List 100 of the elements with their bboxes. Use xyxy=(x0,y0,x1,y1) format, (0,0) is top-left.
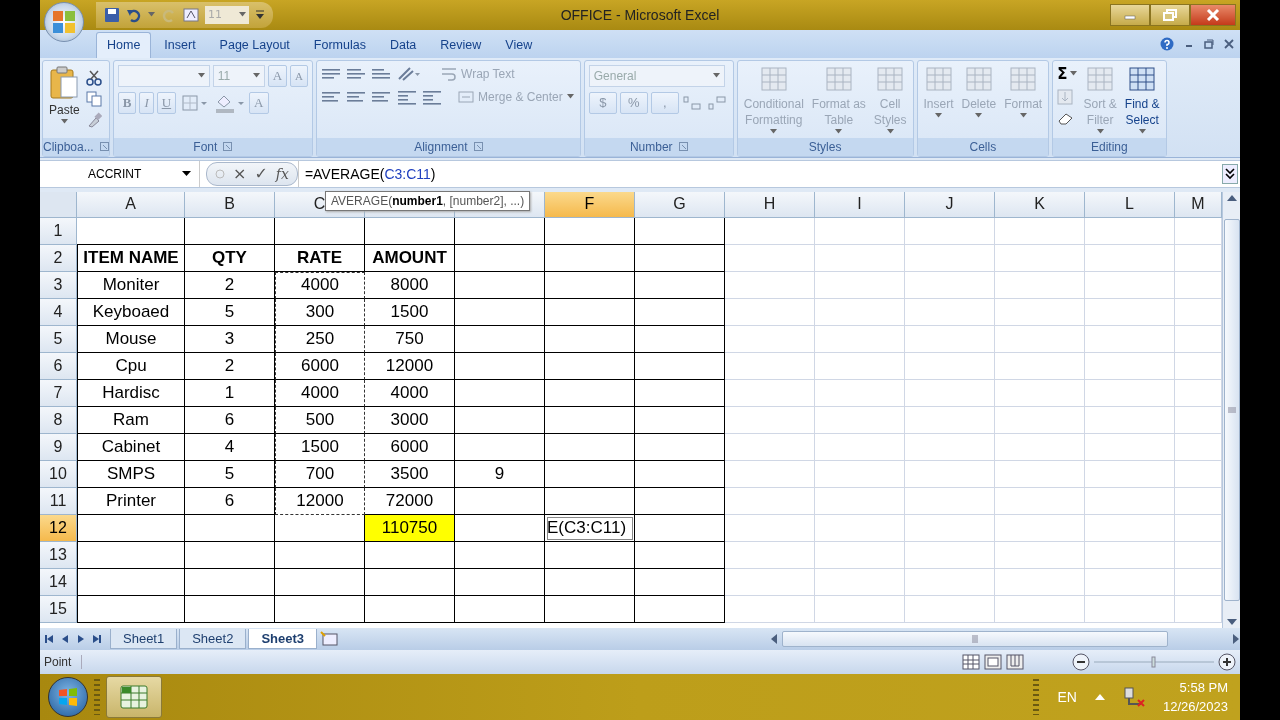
font-size-icon[interactable] xyxy=(183,6,199,23)
dropdown-icon[interactable] xyxy=(182,170,191,177)
column-header[interactable]: L xyxy=(1085,191,1175,218)
scroll-thumb[interactable] xyxy=(782,631,1168,648)
sheet-tab[interactable]: Sheet2 xyxy=(179,629,247,650)
orientation-icon[interactable] xyxy=(396,64,423,83)
caret-icon[interactable] xyxy=(1138,128,1146,134)
row-header[interactable]: 13 xyxy=(40,541,77,569)
sheet-tab[interactable]: Sheet1 xyxy=(110,629,178,650)
ribbon-tab[interactable]: Home xyxy=(96,31,152,58)
enter-button[interactable]: ✓ xyxy=(254,164,268,184)
row-header[interactable]: 14 xyxy=(40,568,77,596)
expand-button[interactable] xyxy=(1222,163,1238,184)
close-button[interactable] xyxy=(1190,3,1236,26)
column-header[interactable]: M xyxy=(1175,191,1222,218)
paste-button[interactable]: Paste xyxy=(47,64,82,134)
table-cell: 4000 xyxy=(275,271,365,299)
ribbon-tab[interactable]: Review xyxy=(429,31,493,58)
ribbon-button[interactable]: Find & Select xyxy=(1122,64,1162,134)
group-label: Styles xyxy=(808,139,842,154)
show-hidden-icons[interactable] xyxy=(1094,694,1105,701)
name-box[interactable]: ACCRINT xyxy=(40,160,200,187)
page-break-icon[interactable] xyxy=(1006,654,1024,671)
row-header[interactable]: 7 xyxy=(40,379,77,407)
excel-taskbar-button[interactable] xyxy=(106,676,162,719)
scroll-thumb[interactable] xyxy=(1223,219,1240,601)
normal-view-icon[interactable] xyxy=(962,654,980,671)
chevron-icon xyxy=(1225,167,1235,180)
row-header[interactable]: 11 xyxy=(40,487,77,515)
caret-icon[interactable] xyxy=(239,12,246,18)
scroll-up-icon[interactable] xyxy=(1226,193,1237,202)
table-cell: 6 xyxy=(185,406,275,434)
restore-button[interactable] xyxy=(1150,3,1190,26)
restore-icon[interactable] xyxy=(1204,38,1214,49)
scroll-left-icon[interactable] xyxy=(770,634,778,645)
first-sheet-icon[interactable] xyxy=(44,634,54,645)
start-button[interactable] xyxy=(48,677,88,718)
ribbon-tab[interactable]: Page Layout xyxy=(208,31,301,58)
column-header[interactable]: A xyxy=(77,191,185,218)
caret-icon[interactable] xyxy=(1070,71,1078,77)
network-icon[interactable] xyxy=(1122,686,1145,709)
sheet-tab[interactable]: Sheet3 xyxy=(248,629,318,650)
column-header[interactable]: H xyxy=(725,191,815,218)
row-header[interactable]: 3 xyxy=(40,271,77,299)
table-cell: 750 xyxy=(365,325,455,353)
row-header[interactable]: 9 xyxy=(40,433,77,461)
row-header[interactable]: 10 xyxy=(40,460,77,488)
column-header[interactable]: B xyxy=(185,191,275,218)
last-sheet-icon[interactable] xyxy=(92,634,102,645)
group-label: Number xyxy=(629,139,673,154)
customize-icon[interactable] xyxy=(255,8,265,21)
insert-function-button[interactable]: fx xyxy=(275,165,289,182)
table-cell: 250 xyxy=(275,325,365,353)
ribbon-tab[interactable]: Insert xyxy=(153,31,207,58)
cancel-button[interactable]: × xyxy=(233,164,247,184)
ribbon-tab[interactable]: View xyxy=(494,31,544,58)
ribbon-tab[interactable]: Formulas xyxy=(302,31,377,58)
save-icon[interactable] xyxy=(104,6,120,23)
scissors-icon[interactable] xyxy=(85,70,102,87)
zoom-in-icon[interactable] xyxy=(1218,653,1236,672)
table-cell: 6000 xyxy=(275,352,365,380)
row-header[interactable]: 6 xyxy=(40,352,77,380)
office-button[interactable] xyxy=(44,2,84,42)
column-header[interactable]: F xyxy=(545,191,635,218)
table-cell: 500 xyxy=(275,406,365,434)
scroll-right-icon[interactable] xyxy=(1232,634,1240,645)
caret-icon[interactable] xyxy=(197,73,205,79)
caret-icon[interactable] xyxy=(712,73,720,79)
previous-sheet-icon[interactable] xyxy=(60,634,70,645)
autosum-icon[interactable]: Σ xyxy=(1057,64,1068,83)
table-cell: 9 xyxy=(455,460,545,488)
caret-icon[interactable] xyxy=(148,12,155,18)
row-header[interactable]: 5 xyxy=(40,325,77,353)
brush-icon[interactable] xyxy=(85,112,102,129)
column-header[interactable]: K xyxy=(995,191,1085,218)
ribbon-tab[interactable]: Data xyxy=(378,31,428,58)
caret-icon[interactable] xyxy=(60,118,68,124)
zoom-out-icon[interactable] xyxy=(1072,653,1090,672)
table-cell: 3500 xyxy=(365,460,455,488)
row-header[interactable]: 8 xyxy=(40,406,77,434)
minimize-button[interactable] xyxy=(1110,3,1150,26)
column-header[interactable]: J xyxy=(905,191,995,218)
next-sheet-icon[interactable] xyxy=(76,634,86,645)
row-header[interactable]: 1 xyxy=(40,217,77,245)
page-layout-icon[interactable] xyxy=(984,654,1002,671)
close-icon[interactable] xyxy=(1224,38,1234,49)
column-header[interactable]: G xyxy=(635,191,725,218)
help-icon[interactable] xyxy=(1160,36,1174,51)
row-header[interactable]: 15 xyxy=(40,595,77,623)
table-cell: 3000 xyxy=(365,406,455,434)
row-header[interactable]: 12 xyxy=(40,514,77,542)
zoom-slider-icon[interactable] xyxy=(1094,654,1214,671)
row-header[interactable]: 4 xyxy=(40,298,77,326)
caret-icon[interactable] xyxy=(252,73,260,79)
table-cell: 72000 xyxy=(365,487,455,515)
row-header[interactable]: 2 xyxy=(40,244,77,272)
table-cell: 5 xyxy=(185,298,275,326)
cell-editor[interactable]: E(C3:C11) xyxy=(545,514,635,542)
table-cell: 4000 xyxy=(275,379,365,407)
column-header[interactable]: I xyxy=(815,191,905,218)
